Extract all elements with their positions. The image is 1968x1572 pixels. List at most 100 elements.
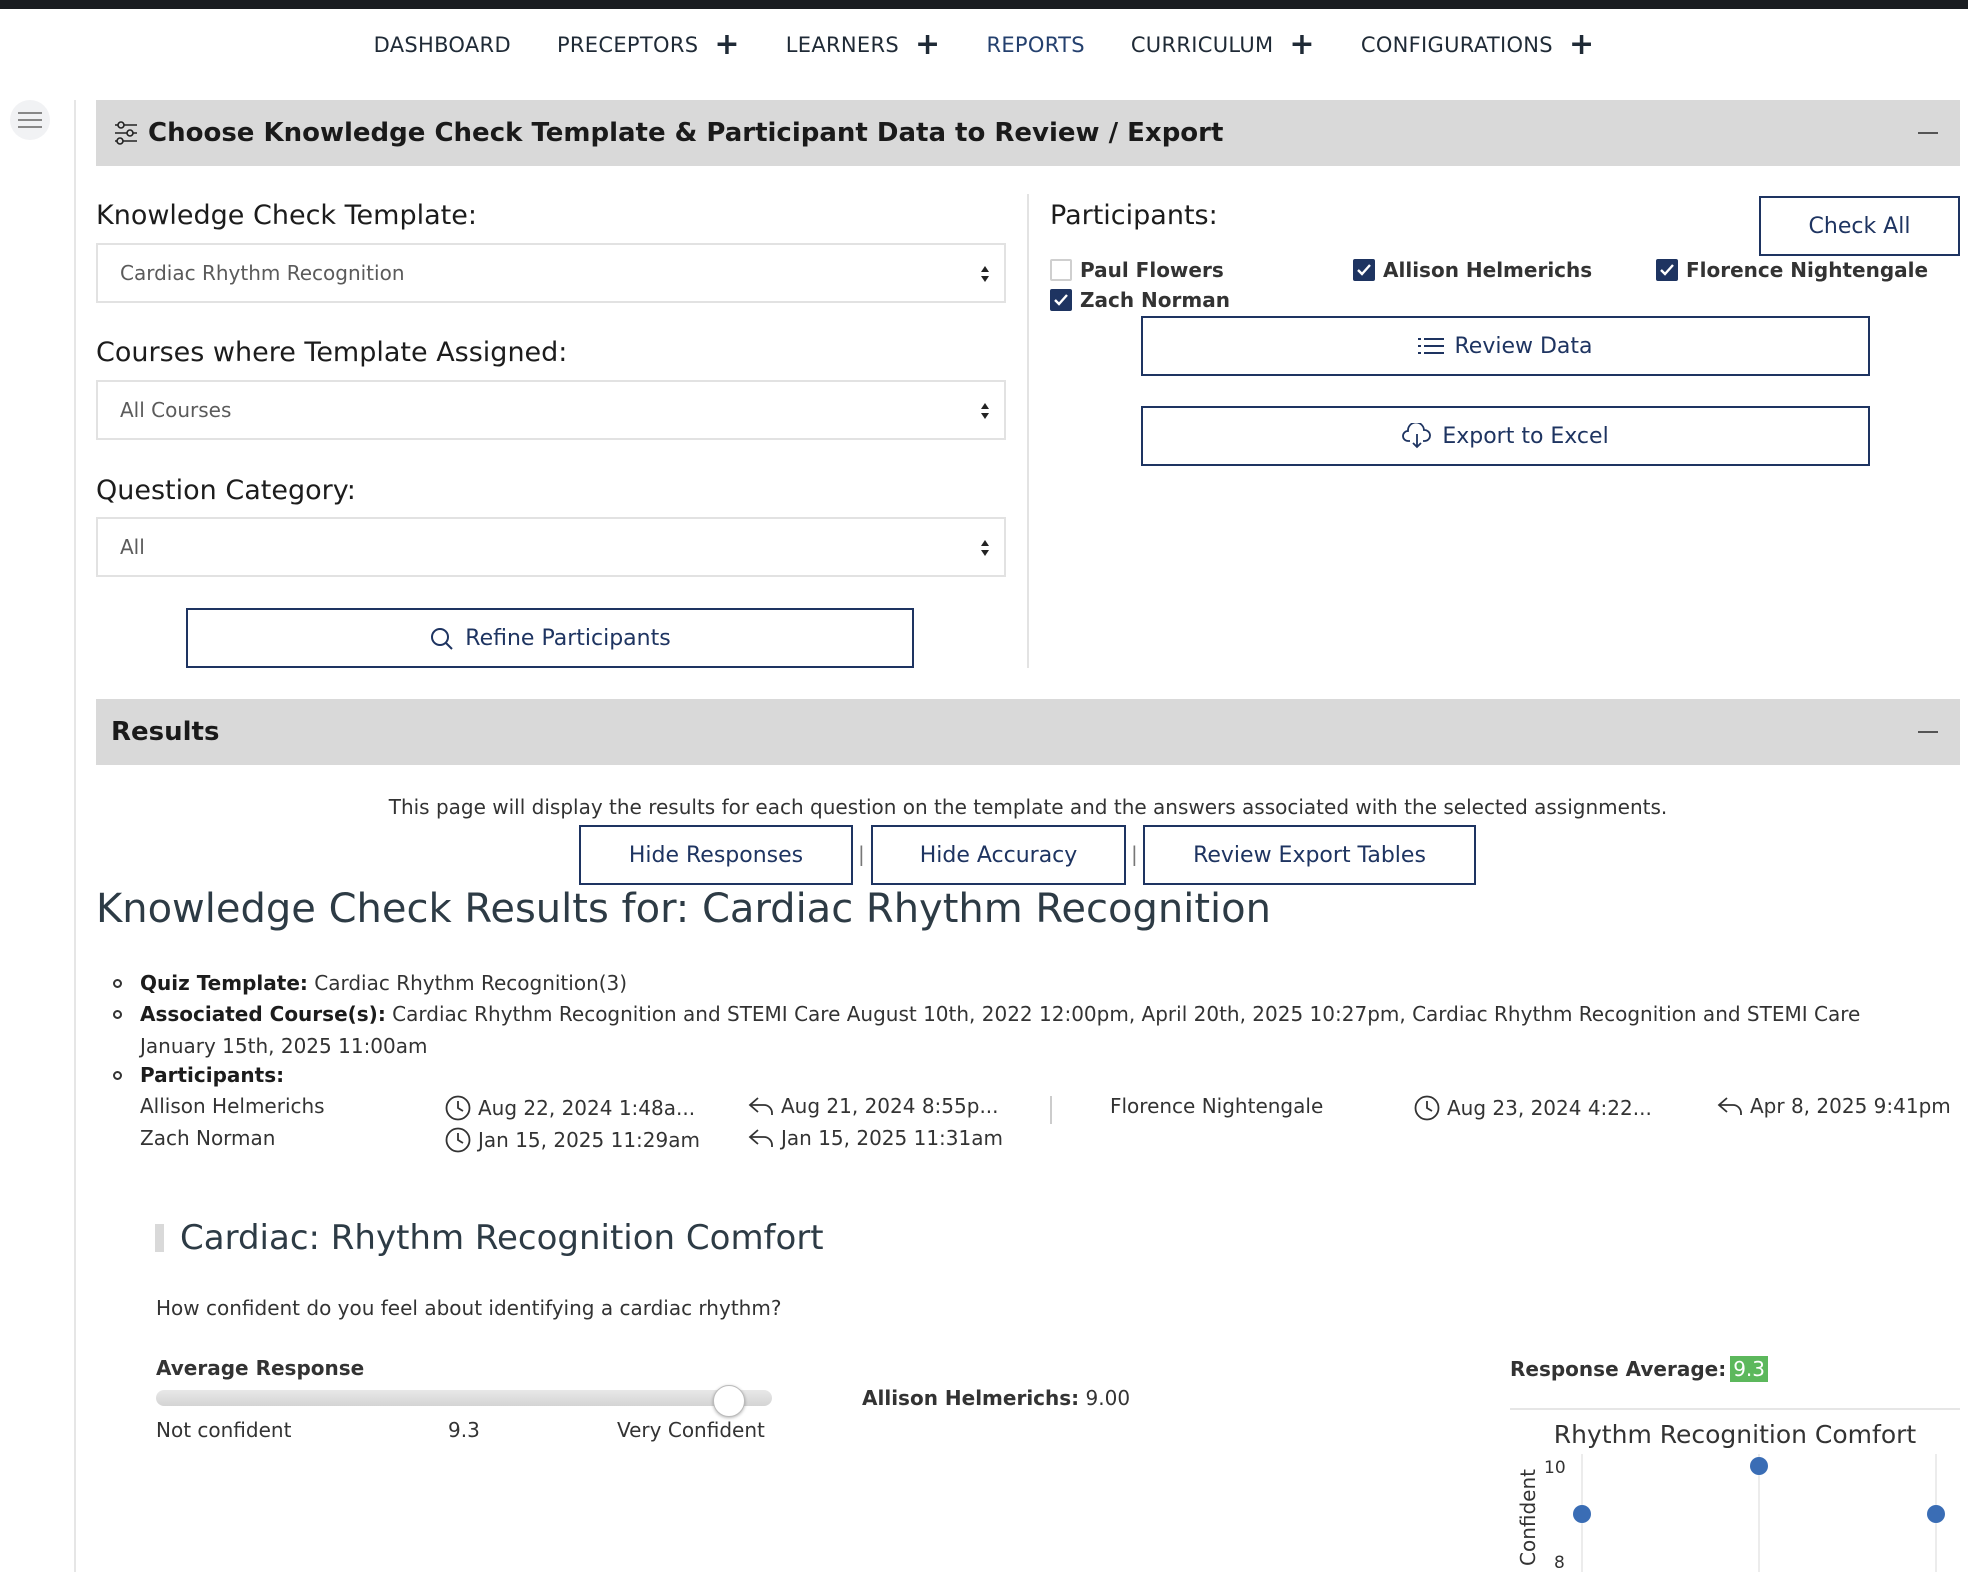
reply-icon: [1717, 1097, 1742, 1115]
results-heading: Knowledge Check Results for: Cardiac Rhy…: [96, 886, 1271, 932]
courses-info-value: Cardiac Rhythm Recognition and STEMI Car…: [392, 1002, 1861, 1026]
search-icon: [431, 628, 454, 650]
participant-checkbox-allison[interactable]: Allison Helmerichs: [1353, 258, 1592, 282]
chart-point[interactable]: [1573, 1505, 1591, 1523]
participant-checkbox-florence[interactable]: Florence Nightengale: [1656, 258, 1928, 282]
start-time-value: Jan 15, 2025 11:29am: [478, 1128, 700, 1152]
nav-label: DASHBOARD: [373, 33, 511, 57]
courses-label: Courses where Template Assigned:: [96, 337, 568, 368]
reply-icon: [748, 1129, 773, 1147]
submit-time: Apr 8, 2025 9:41pm: [1716, 1094, 1951, 1118]
y-axis-label: Confident: [1516, 1469, 1540, 1566]
separator: |: [1131, 842, 1138, 866]
bullet: [113, 1010, 122, 1019]
plus-icon[interactable]: +: [915, 30, 940, 60]
plus-icon[interactable]: +: [714, 30, 739, 60]
review-data-button[interactable]: Review Data: [1141, 316, 1870, 376]
participant-name: Allison Helmerichs: [140, 1094, 325, 1118]
plus-icon[interactable]: +: [1569, 30, 1594, 60]
participants-info-label: Participants:: [140, 1063, 285, 1087]
participant-checkbox-paul[interactable]: Paul Flowers: [1050, 258, 1224, 282]
start-time: Aug 22, 2024 1:48a...: [444, 1094, 695, 1122]
participant-name: Paul Flowers: [1080, 258, 1224, 282]
separator: |: [858, 842, 865, 866]
participants-label: Participants:: [1050, 200, 1218, 231]
nav-configurations[interactable]: CONFIGURATIONS +: [1361, 30, 1595, 60]
checkbox-checked-icon[interactable]: [1050, 289, 1072, 311]
y-tick-label: 10: [1544, 1458, 1566, 1478]
review-export-tables-button[interactable]: Review Export Tables: [1143, 825, 1476, 885]
participant-checkbox-zach[interactable]: Zach Norman: [1050, 288, 1230, 312]
refine-participants-button[interactable]: Refine Participants: [186, 608, 914, 668]
courses-info: Associated Course(s): Cardiac Rhythm Rec…: [140, 1004, 1860, 1024]
checkbox-checked-icon[interactable]: [1353, 259, 1375, 281]
nav-dashboard[interactable]: DASHBOARD: [374, 30, 511, 60]
select-arrows-icon: [981, 266, 989, 282]
refine-button-label: Refine Participants: [465, 625, 671, 651]
participant-name: Allison Helmerichs: [1383, 258, 1593, 282]
filter-panel-header[interactable]: Choose Knowledge Check Template & Partic…: [96, 100, 1960, 166]
export-label: Export to Excel: [1442, 423, 1609, 449]
clock-icon: [1414, 1095, 1440, 1121]
courses-select-value: All Courses: [120, 398, 232, 422]
start-time: Aug 23, 2024 4:22...: [1413, 1094, 1652, 1122]
response-average: Response Average: 9.3: [1510, 1356, 1769, 1382]
nav-curriculum[interactable]: CURRICULUM +: [1131, 30, 1315, 60]
nav-label: CURRICULUM: [1130, 33, 1274, 57]
checkbox-icon[interactable]: [1050, 259, 1072, 281]
results-panel-header[interactable]: Results: [96, 699, 1960, 765]
export-excel-button[interactable]: Export to Excel: [1141, 406, 1870, 466]
template-select[interactable]: Cardiac Rhythm Recognition: [96, 243, 1006, 303]
check-all-button[interactable]: Check All: [1759, 196, 1960, 256]
chart-point[interactable]: [1750, 1457, 1768, 1475]
nav-label: LEARNERS: [785, 33, 900, 57]
individual-response: Allison Helmerichs: 9.00: [862, 1386, 1130, 1410]
response-average-badge: 9.3: [1730, 1356, 1769, 1382]
collapse-icon[interactable]: [1918, 132, 1938, 134]
list-icon: [1418, 338, 1445, 354]
plus-icon[interactable]: +: [1289, 30, 1314, 60]
sliders-icon: [115, 121, 137, 145]
start-time: Jan 15, 2025 11:29am: [444, 1126, 700, 1154]
nav-reports[interactable]: REPORTS: [986, 30, 1084, 60]
start-time-value: Aug 22, 2024 1:48a...: [478, 1096, 696, 1120]
hide-responses-label: Hide Responses: [628, 842, 804, 868]
collapse-icon[interactable]: [1918, 731, 1938, 733]
select-arrows-icon: [981, 540, 989, 556]
bullet: [113, 1071, 122, 1080]
question-accent-bar: [155, 1224, 164, 1252]
nav-label: REPORTS: [986, 33, 1085, 57]
sidebar-divider: [74, 100, 76, 1572]
check-all-label: Check All: [1808, 213, 1911, 239]
review-data-label: Review Data: [1454, 333, 1593, 359]
submit-time-value: Apr 8, 2025 9:41pm: [1750, 1094, 1951, 1118]
chart-point[interactable]: [1927, 1505, 1945, 1523]
submit-time-value: Aug 21, 2024 8:55p...: [781, 1094, 999, 1118]
question-title: Cardiac: Rhythm Recognition Comfort: [180, 1218, 824, 1258]
courses-info-line2: January 15th, 2025 11:00am: [140, 1034, 428, 1058]
courses-select[interactable]: All Courses: [96, 380, 1006, 440]
participant-name: Florence Nightengale: [1686, 258, 1929, 282]
checkbox-checked-icon[interactable]: [1656, 259, 1678, 281]
menu-icon: [18, 112, 42, 128]
category-label: Question Category:: [96, 475, 356, 506]
nav-label: PRECEPTORS: [556, 33, 699, 57]
y-tick-label: 8: [1554, 1553, 1565, 1572]
quiz-template-value: Cardiac Rhythm Recognition(3): [314, 971, 628, 995]
average-slider-thumb: [712, 1385, 745, 1417]
hide-responses-button[interactable]: Hide Responses: [579, 825, 853, 885]
hide-accuracy-button[interactable]: Hide Accuracy: [871, 825, 1126, 885]
nav-learners[interactable]: LEARNERS +: [786, 30, 941, 60]
slider-max-label: Very Confident: [617, 1418, 765, 1442]
main-nav: DASHBOARD PRECEPTORS + LEARNERS + REPORTS …: [0, 30, 1968, 60]
submit-time-value: Jan 15, 2025 11:31am: [781, 1126, 1003, 1150]
chart-divider: [1510, 1408, 1960, 1410]
select-arrows-icon: [981, 403, 989, 419]
nav-preceptors[interactable]: PRECEPTORS +: [557, 30, 740, 60]
submit-time: Aug 21, 2024 8:55p...: [747, 1094, 999, 1118]
results-panel-title: Results: [111, 717, 220, 747]
sidebar-toggle-button[interactable]: [10, 100, 50, 140]
category-select[interactable]: All: [96, 517, 1006, 577]
participant-name: Zach Norman: [140, 1126, 276, 1150]
slider-value-label: 9.3: [448, 1418, 480, 1442]
